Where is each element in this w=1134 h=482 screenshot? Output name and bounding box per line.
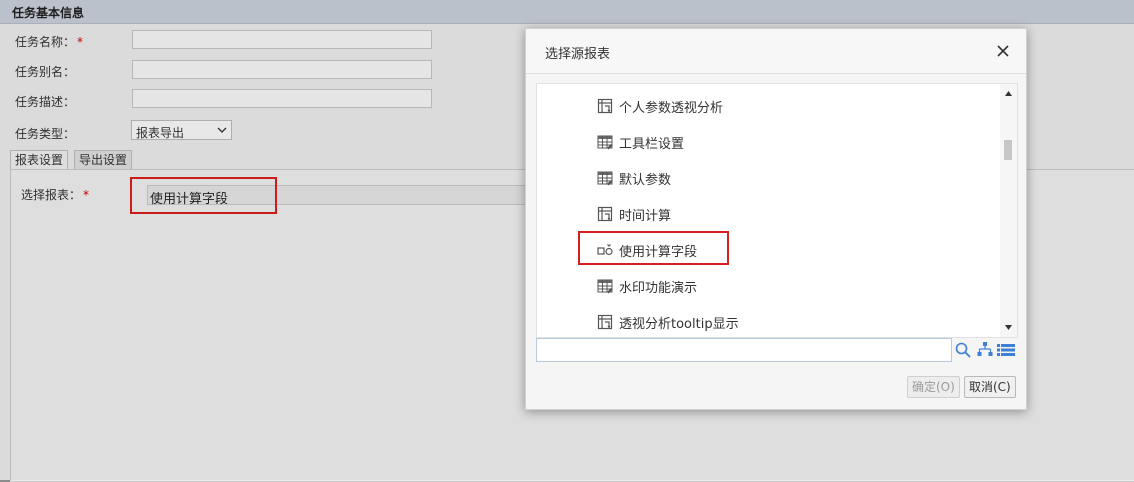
scroll-thumb[interactable] xyxy=(1004,140,1012,160)
search-icon[interactable] xyxy=(954,341,972,359)
tree-item[interactable]: 水印功能演示 xyxy=(597,273,977,299)
pivot-report-icon xyxy=(597,314,613,330)
select-source-report-dialog: 选择源报表 个人参数透视分析 工具栏设置 默认参数 时间计算 使用计算字段 水印功能演示透… xyxy=(525,28,1027,410)
search-input[interactable] xyxy=(536,338,952,362)
tree-item-label: 默认参数 xyxy=(619,172,672,188)
tree-item-label: 个人参数透视分析 xyxy=(619,100,724,116)
scroll-up-icon[interactable] xyxy=(1004,89,1013,98)
grid-report-icon xyxy=(597,170,613,186)
tree-item-label: 透视分析tooltip显示 xyxy=(619,316,739,332)
list-view-icon[interactable] xyxy=(997,343,1015,357)
dialog-header: 选择源报表 xyxy=(526,29,1026,74)
highlight-box xyxy=(578,231,729,265)
tree-item[interactable]: 默认参数 xyxy=(597,165,977,191)
tree-item[interactable]: 工具栏设置 xyxy=(597,129,977,155)
tree-item[interactable]: 个人参数透视分析 xyxy=(597,93,977,119)
dialog-title: 选择源报表 xyxy=(545,47,611,62)
tree-item[interactable]: 透视分析tooltip显示 xyxy=(597,309,977,335)
cancel-button[interactable]: 取消(C) xyxy=(964,376,1016,398)
report-tree: 个人参数透视分析 工具栏设置 默认参数 时间计算 使用计算字段 水印功能演示 透视分析too… xyxy=(536,83,1018,338)
tree-item-label: 工具栏设置 xyxy=(619,136,685,152)
grid-report-icon xyxy=(597,134,613,150)
close-icon[interactable] xyxy=(994,42,1012,60)
ok-button[interactable]: 确定(O) xyxy=(907,376,960,398)
pivot-report-icon xyxy=(597,98,613,114)
tree-view-icon[interactable] xyxy=(977,341,993,357)
scroll-down-icon[interactable] xyxy=(1004,323,1013,332)
tree-scrollbar[interactable] xyxy=(1000,84,1017,337)
tree-item-label: 时间计算 xyxy=(619,208,672,224)
tree-item[interactable]: 时间计算 xyxy=(597,201,977,227)
pivot-report-icon xyxy=(597,206,613,222)
tree-item-label: 水印功能演示 xyxy=(619,280,698,296)
grid-report-icon xyxy=(597,278,613,294)
